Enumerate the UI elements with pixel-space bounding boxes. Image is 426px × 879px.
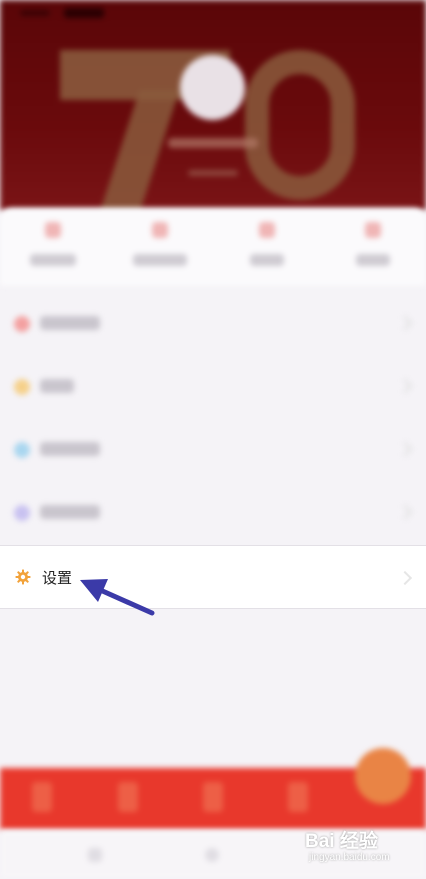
quick-action-icon — [365, 222, 381, 238]
menu-item-label — [40, 316, 100, 330]
watermark-url: jingyan.baidu.com — [309, 852, 390, 863]
status-bar — [20, 6, 110, 20]
watermark-brand: Bai 经验 — [305, 831, 378, 852]
menu-item-4[interactable] — [0, 481, 426, 543]
avatar[interactable] — [180, 55, 245, 120]
profile-header — [0, 0, 426, 210]
quick-action-3[interactable] — [232, 222, 302, 282]
quick-action-label — [250, 254, 284, 266]
quick-actions — [0, 208, 426, 286]
quick-action-icon — [45, 222, 61, 238]
quick-action-icon — [152, 222, 168, 238]
chevron-right-icon — [397, 441, 413, 457]
quick-action-4[interactable] — [338, 222, 408, 282]
username — [168, 138, 258, 148]
quick-action-2[interactable] — [125, 222, 195, 282]
menu-item-label — [40, 442, 100, 456]
menu-item-icon — [14, 316, 30, 332]
menu-item-3[interactable] — [0, 418, 426, 480]
home-key-icon[interactable] — [205, 848, 219, 862]
menu-item-icon — [14, 379, 30, 395]
user-subtitle — [188, 170, 238, 176]
quick-action-icon — [259, 222, 275, 238]
menu-key-icon[interactable] — [88, 848, 102, 862]
gear-icon — [15, 569, 31, 585]
chevron-right-icon — [397, 378, 413, 394]
chevron-right-icon — [397, 504, 413, 520]
status-time — [20, 10, 50, 16]
menu-item-label — [40, 379, 74, 393]
quick-action-label — [356, 254, 390, 266]
settings-label: 设置 — [42, 570, 73, 587]
menu-item-1[interactable] — [0, 292, 426, 354]
menu-item-label — [40, 505, 100, 519]
menu-item-icon — [14, 442, 30, 458]
tab-item[interactable] — [203, 782, 223, 812]
header-decoration — [245, 50, 355, 200]
status-indicator — [64, 8, 104, 18]
arrow-annotation — [80, 579, 155, 616]
quick-action-label — [133, 254, 187, 266]
floating-action-button[interactable] — [355, 748, 411, 804]
tab-item[interactable] — [288, 782, 308, 812]
menu-item-2[interactable] — [0, 355, 426, 417]
settings-menu-item[interactable]: 设置 — [0, 545, 426, 609]
chevron-right-icon — [397, 315, 413, 331]
watermark: Bai 经验 jingyan.baidu.com — [305, 826, 415, 868]
quick-action-label — [30, 254, 76, 266]
tab-item[interactable] — [32, 782, 52, 812]
quick-action-1[interactable] — [18, 222, 88, 282]
chevron-right-icon — [397, 570, 413, 586]
tab-item[interactable] — [118, 782, 138, 812]
header-decoration — [100, 90, 180, 210]
menu-item-icon — [14, 505, 30, 521]
bottom-tab-bar — [0, 748, 426, 830]
